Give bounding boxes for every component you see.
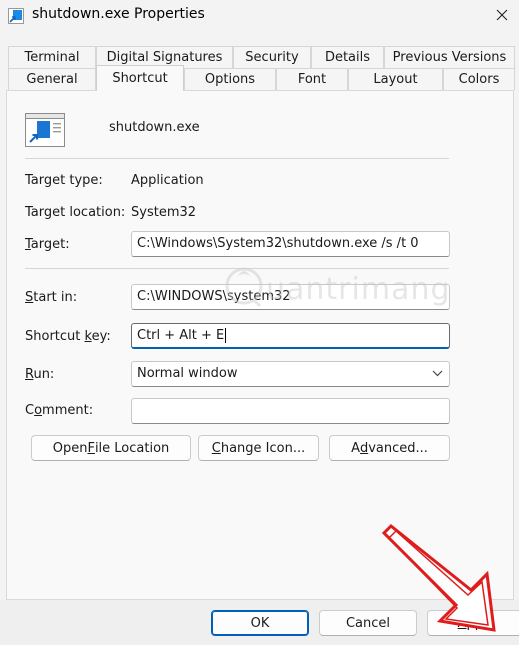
target-location-value: System32 — [131, 205, 197, 220]
open-file-location-button[interactable]: Open File Location — [31, 435, 191, 461]
tab-general[interactable]: General — [8, 68, 96, 90]
start-in-field[interactable]: C:\WINDOWS\system32 — [131, 284, 450, 310]
text-caret — [225, 328, 227, 343]
run-label: Run: — [25, 367, 55, 382]
target-label: Target: — [25, 237, 70, 252]
tab-strip: Terminal Digital Signatures Security Det… — [0, 44, 519, 92]
window-title: shutdown.exe Properties — [32, 6, 205, 22]
shortcut-panel: shutdown.exe Target type: Application Ta… — [6, 90, 514, 600]
comment-field[interactable] — [131, 398, 450, 424]
comment-label: Comment: — [25, 403, 94, 418]
tab-security[interactable]: Security — [233, 46, 311, 68]
advanced-button[interactable]: Ad vanced... — [329, 435, 450, 461]
shortcut-key-label: Shortcut key: — [25, 329, 111, 344]
tab-layout[interactable]: Layout — [348, 68, 443, 90]
target-location-label: Target location: — [25, 205, 126, 220]
tab-details[interactable]: Details — [311, 46, 384, 68]
target-type-value: Application — [131, 173, 204, 188]
target-type-label: Target type: — [25, 173, 103, 188]
start-in-label: Start in: — [25, 290, 78, 305]
shortcut-icon — [8, 8, 24, 24]
target-field[interactable]: C:\Windows\System32\shutdown.exe /s /t 0 — [131, 231, 450, 257]
ok-button[interactable]: OK — [211, 610, 309, 636]
shortcut-key-field[interactable]: Ctrl + Alt + E — [131, 323, 450, 349]
shortcut-key-value: Ctrl + Alt + E — [137, 328, 225, 343]
tab-options[interactable]: Options — [184, 68, 276, 90]
dialog-footer: OK Cancel Apply — [0, 600, 519, 645]
shortcut-filename: shutdown.exe — [109, 120, 200, 135]
tab-colors[interactable]: Colors — [443, 68, 515, 90]
separator — [25, 158, 449, 159]
tab-font[interactable]: Font — [276, 68, 348, 90]
chevron-down-icon — [432, 370, 443, 377]
close-button[interactable] — [488, 3, 516, 27]
title-bar: shutdown.exe Properties — [0, 0, 519, 32]
change-icon-button[interactable]: Change Icon... — [198, 435, 319, 461]
application-icon — [25, 113, 65, 147]
run-select[interactable]: Normal window — [131, 361, 450, 387]
close-icon — [496, 9, 508, 21]
tab-terminal[interactable]: Terminal — [8, 46, 96, 68]
run-select-value: Normal window — [137, 366, 238, 381]
cancel-button[interactable]: Cancel — [319, 610, 417, 636]
separator — [25, 268, 449, 269]
tab-shortcut[interactable]: Shortcut — [96, 65, 184, 91]
apply-button[interactable]: Apply — [427, 610, 519, 636]
tab-previous-versions[interactable]: Previous Versions — [384, 46, 515, 68]
